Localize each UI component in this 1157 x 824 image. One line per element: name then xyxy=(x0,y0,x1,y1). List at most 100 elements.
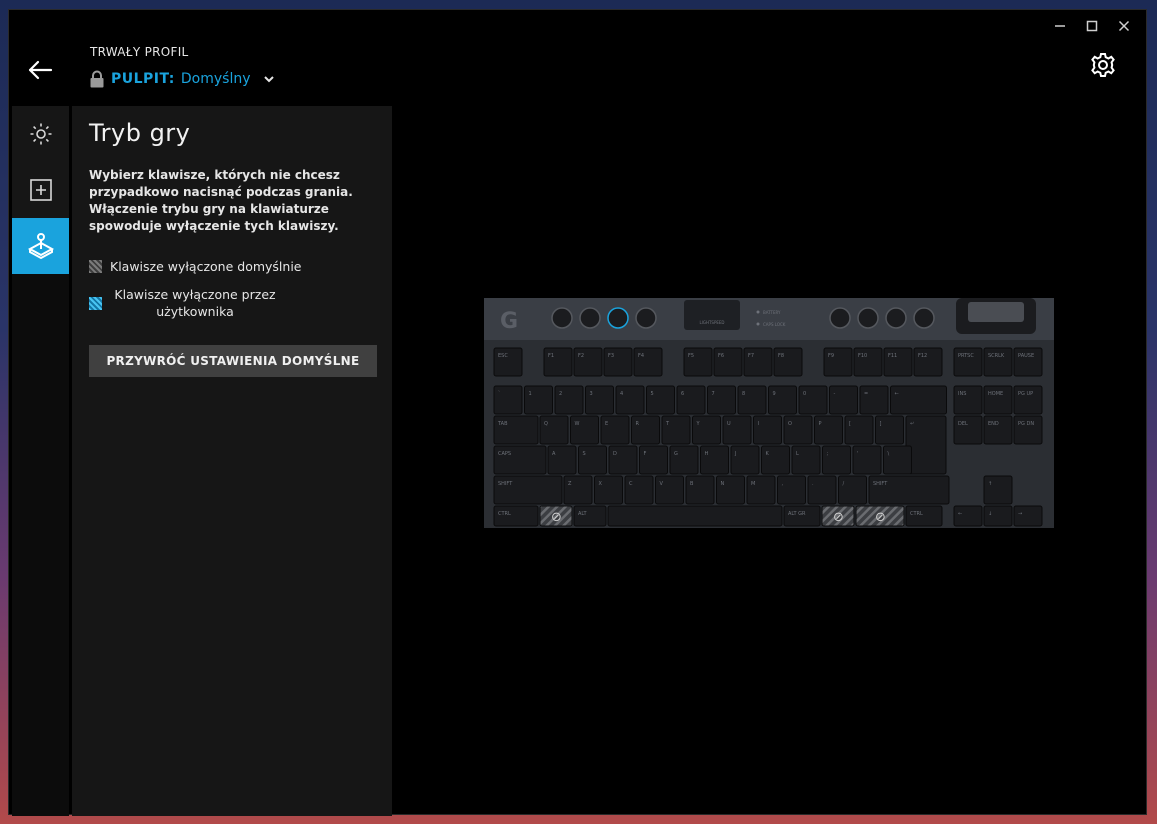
lightspeed-button[interactable] xyxy=(684,300,740,330)
keyboard-key[interactable] xyxy=(890,385,947,415)
gear-icon xyxy=(1091,53,1115,77)
legend-user: Klawisze wyłączone przez użytkownika xyxy=(89,286,280,320)
sidebar-item-game-mode[interactable] xyxy=(12,218,69,274)
back-button[interactable] xyxy=(27,58,53,82)
keyboard-key-label: L xyxy=(796,451,799,457)
profile-selector[interactable]: PULPIT: Domyślny xyxy=(89,70,275,88)
keyboard-key-label: ← xyxy=(895,391,899,397)
keyboard-key-label: U xyxy=(727,421,731,427)
keyboard-key-label: 3 xyxy=(590,391,593,397)
keyboard-key-label: E xyxy=(605,421,608,427)
legend-default: Klawisze wyłączone domyślnie xyxy=(89,259,302,274)
keyboard-key-label: 4 xyxy=(620,391,623,397)
keyboard-key-label: 0 xyxy=(803,391,806,397)
keyboard-key-label: END xyxy=(988,421,999,427)
volume-roller-wheel xyxy=(968,302,1024,322)
minimize-icon[interactable] xyxy=(1044,14,1076,38)
keyboard-key-label: 8 xyxy=(742,391,745,397)
indicator-led xyxy=(756,310,760,314)
keyboard-key-label: Q xyxy=(544,421,548,427)
keyboard-key-label: CTRL xyxy=(910,511,923,517)
keyboard-key-label: G xyxy=(674,451,678,457)
keyboard-key[interactable] xyxy=(607,505,783,527)
keyboard-key-label: HOME xyxy=(988,391,1003,397)
keyboard-key-label: ⊘ xyxy=(551,510,562,525)
keyboard-key-label: ALT xyxy=(578,511,588,517)
keyboard-key-label: ESC xyxy=(498,353,508,359)
close-icon[interactable] xyxy=(1108,14,1140,38)
keyboard-key-label: H xyxy=(705,451,709,457)
keyboard-key-label: ↓ xyxy=(988,511,992,517)
keyboard-key-label: J xyxy=(734,451,736,457)
keyboard-key-label: F8 xyxy=(778,353,784,359)
media-button[interactable] xyxy=(635,307,657,329)
sidebar xyxy=(12,106,69,816)
keyboard-key-label: 7 xyxy=(712,391,715,397)
media-button[interactable] xyxy=(607,307,629,329)
keyboard-key-label: PG DN xyxy=(1018,421,1034,427)
keyboard-key-label: [ xyxy=(849,421,851,427)
keyboard-key-label: F4 xyxy=(638,353,644,359)
keyboard-key-label: CAPS xyxy=(498,451,511,457)
keyboard-image: G LIGHTSPEEDBATTERYCAPS LOCKESC F1 F2 F3 F4 F5… xyxy=(484,298,1054,528)
media-button[interactable] xyxy=(913,307,935,329)
profile-prefix: PULPIT: xyxy=(111,71,175,87)
keyboard-key-label: P xyxy=(819,421,822,427)
user-disabled-swatch xyxy=(89,296,102,310)
keyboard-key-label: = xyxy=(864,391,868,397)
keyboard-key-label: F12 xyxy=(918,353,927,359)
joystick-icon xyxy=(27,233,54,260)
keyboard-key-label: - xyxy=(834,391,836,397)
keyboard-key-label: F7 xyxy=(748,353,754,359)
panel-title: Tryb gry xyxy=(89,119,191,147)
legend-user-label: Klawisze wyłączone przez użytkownika xyxy=(114,287,276,319)
keyboard-key-label: M xyxy=(751,481,755,487)
keyboard-key-label: SCRLK xyxy=(988,353,1005,359)
keyboard-key-label: Z xyxy=(568,481,572,487)
keyboard-key-label: DEL xyxy=(958,421,968,427)
keyboard-key-label: F9 xyxy=(828,353,834,359)
keyboard-key-label: F10 xyxy=(858,353,867,359)
keyboard-key-label: S xyxy=(583,451,586,457)
window-controls xyxy=(1044,14,1140,38)
keyboard-key-label: SHIFT xyxy=(498,481,513,487)
maximize-icon[interactable] xyxy=(1076,14,1108,38)
keyboard-key-label: F3 xyxy=(608,353,614,359)
keyboard-key-label: F2 xyxy=(578,353,584,359)
keyboard-key-label: 5 xyxy=(651,391,654,397)
sun-icon xyxy=(30,123,51,145)
panel-description: Wybierz klawisze, których nie chcesz prz… xyxy=(89,168,353,233)
keyboard-key-label: I xyxy=(758,421,759,427)
keyboard-key-label: X xyxy=(599,481,603,487)
media-button[interactable] xyxy=(885,307,907,329)
keyboard-key-label: 9 xyxy=(773,391,776,397)
keyboard-key-label: PRTSC xyxy=(958,353,974,359)
chevron-down-icon xyxy=(263,76,274,83)
keyboard-key-label: ] xyxy=(880,421,882,427)
restore-defaults-button[interactable]: PRZYWRÓĆ USTAWIENIA DOMYŚLNE xyxy=(89,345,377,377)
media-button[interactable] xyxy=(551,307,573,329)
media-button[interactable] xyxy=(857,307,879,329)
keyboard-key-label: F11 xyxy=(888,353,897,359)
keyboard-key-label: PAUSE xyxy=(1018,353,1034,359)
keyboard-key-label: SHIFT xyxy=(873,481,888,487)
sidebar-item-assignments[interactable] xyxy=(12,162,69,218)
keyboard-key-label: 2 xyxy=(559,391,562,397)
keyboard-key-label: F5 xyxy=(688,353,694,359)
keyboard-key-label: ← xyxy=(958,511,962,517)
media-button[interactable] xyxy=(829,307,851,329)
keyboard-key-label: TAB xyxy=(497,421,508,427)
keyboard-key-label: F1 xyxy=(548,353,554,359)
keyboard-key-label: ⊘ xyxy=(875,510,886,525)
keyboard-key-label: → xyxy=(1018,511,1022,517)
keyboard-key-label: F xyxy=(644,451,647,457)
media-button[interactable] xyxy=(579,307,601,329)
settings-button[interactable] xyxy=(1090,52,1116,78)
keyboard-key-label: ⊘ xyxy=(833,510,844,525)
game-mode-panel: Tryb gry Wybierz klawisze, których nie c… xyxy=(72,106,392,816)
indicator-led xyxy=(756,322,760,326)
profile-label: TRWAŁY PROFIL xyxy=(90,45,189,59)
lock-icon xyxy=(90,70,104,88)
logitech-g-logo: G xyxy=(500,309,518,334)
sidebar-item-lighting[interactable] xyxy=(12,106,69,162)
